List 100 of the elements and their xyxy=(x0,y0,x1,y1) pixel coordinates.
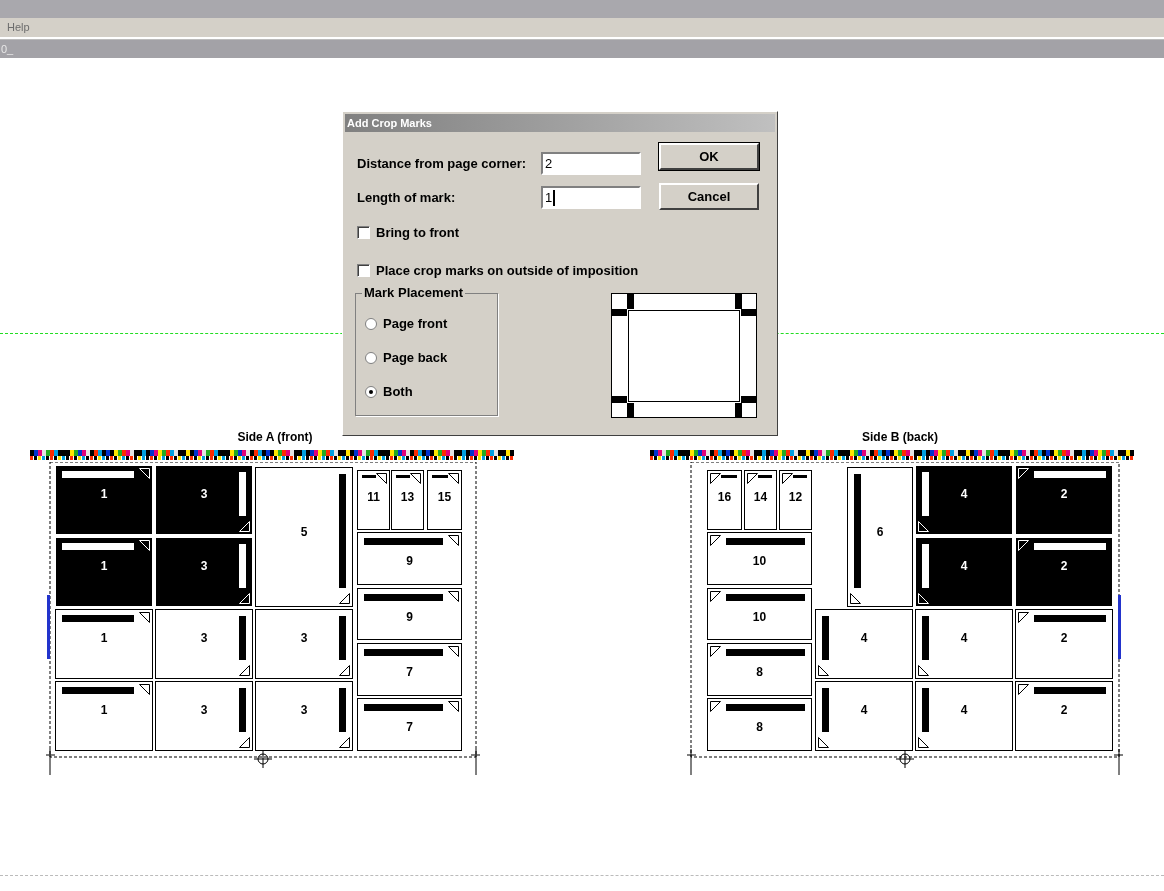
field-label: Length of mark: xyxy=(357,188,457,207)
imposed-page[interactable]: 2 xyxy=(1015,681,1113,751)
head-bar xyxy=(1034,471,1106,478)
imposed-page[interactable]: 3 xyxy=(155,537,253,607)
checkbox-label: Place crop marks on outside of imposition xyxy=(376,261,639,280)
head-bar xyxy=(922,544,929,588)
page-number: 12 xyxy=(787,491,804,503)
imposed-page[interactable]: 14 xyxy=(744,470,777,530)
imposed-page[interactable]: 2 xyxy=(1015,609,1113,679)
head-bar xyxy=(62,471,134,478)
folded-corner-icon xyxy=(850,593,861,604)
imposed-page[interactable]: 5 xyxy=(255,467,353,607)
imposed-page[interactable]: 3 xyxy=(155,681,253,751)
imposed-page[interactable]: 4 xyxy=(815,609,913,679)
head-bar xyxy=(339,616,346,660)
head-bar xyxy=(822,616,829,660)
page-number: 10 xyxy=(751,611,768,623)
folded-corner-icon xyxy=(448,535,459,546)
imposed-page[interactable]: 4 xyxy=(815,681,913,751)
folded-corner-icon xyxy=(339,665,350,676)
head-bar xyxy=(339,688,346,732)
folded-corner-icon xyxy=(1018,468,1029,479)
radio-button[interactable] xyxy=(365,385,377,398)
text-field[interactable]: 2 xyxy=(541,152,641,175)
folded-corner-icon xyxy=(710,535,721,546)
imposed-page[interactable]: 6 xyxy=(847,467,913,607)
page-number: 1 xyxy=(99,704,109,716)
checkbox[interactable] xyxy=(357,263,370,277)
imposed-page[interactable]: 3 xyxy=(155,465,253,535)
head-bar xyxy=(239,688,246,732)
page-number: 3 xyxy=(199,704,209,716)
imposed-page[interactable]: 10 xyxy=(707,532,812,585)
page-number: 1 xyxy=(99,560,109,572)
page-number: 3 xyxy=(299,704,309,716)
imposed-page[interactable]: 1 xyxy=(55,465,153,535)
imposed-page[interactable]: 8 xyxy=(707,698,812,751)
head-bar xyxy=(239,472,246,516)
folded-corner-icon xyxy=(139,540,150,551)
page-number: 2 xyxy=(1059,560,1069,572)
imposed-page[interactable]: 12 xyxy=(779,470,812,530)
dialog-button[interactable]: Cancel xyxy=(659,183,759,210)
imposed-page[interactable]: 9 xyxy=(357,532,462,585)
page-number: 16 xyxy=(716,491,733,503)
page-number: 3 xyxy=(199,632,209,644)
folded-corner-icon xyxy=(818,737,829,748)
radio-label: Page front xyxy=(383,314,448,333)
text-field[interactable]: 1 xyxy=(541,186,641,209)
side-title: Side A (front) xyxy=(237,429,313,446)
imposed-page[interactable]: 8 xyxy=(707,643,812,696)
imposed-page[interactable]: 16 xyxy=(707,470,742,530)
folded-corner-icon xyxy=(339,737,350,748)
radio-button[interactable] xyxy=(365,351,377,364)
imposed-page[interactable]: 4 xyxy=(915,537,1013,607)
head-bar xyxy=(239,616,246,660)
imposed-page[interactable]: 2 xyxy=(1015,465,1113,535)
imposed-page[interactable]: 9 xyxy=(357,588,462,640)
page-number: 9 xyxy=(405,555,414,567)
radio-button[interactable] xyxy=(365,317,377,330)
head-bar xyxy=(922,472,929,516)
page-number: 3 xyxy=(199,488,209,500)
imposed-page[interactable]: 13 xyxy=(391,470,424,530)
imposed-page[interactable]: 4 xyxy=(915,465,1013,535)
imposed-page[interactable]: 15 xyxy=(427,470,462,530)
page-number: 3 xyxy=(199,560,209,572)
imposed-page[interactable]: 1 xyxy=(55,609,153,679)
imposed-page[interactable]: 4 xyxy=(915,609,1013,679)
radio-label: Page back xyxy=(383,348,448,367)
page-number: 11 xyxy=(366,491,381,503)
head-bar xyxy=(1034,543,1106,550)
page-number: 8 xyxy=(755,666,764,678)
folded-corner-icon xyxy=(710,701,721,712)
folded-corner-icon xyxy=(239,521,250,532)
folded-corner-icon xyxy=(818,665,829,676)
tool-bar-text: 0_ xyxy=(1,41,14,57)
imposed-page[interactable]: 1 xyxy=(55,681,153,751)
head-bar xyxy=(62,615,134,622)
imposed-page[interactable]: 3 xyxy=(255,609,353,679)
checkbox[interactable] xyxy=(357,226,370,240)
imposed-page[interactable]: 7 xyxy=(357,698,462,751)
page-number: 3 xyxy=(299,632,309,644)
head-bar xyxy=(822,688,829,732)
head-bar xyxy=(62,687,134,694)
imposed-page[interactable]: 4 xyxy=(915,681,1013,751)
imposed-page[interactable]: 1 xyxy=(55,537,153,607)
imposed-page[interactable]: 3 xyxy=(255,681,353,751)
folded-corner-icon xyxy=(239,665,250,676)
page-number: 6 xyxy=(875,526,885,538)
dialog-button[interactable]: OK xyxy=(659,143,759,170)
imposed-page[interactable]: 2 xyxy=(1015,537,1113,607)
imposed-page[interactable]: 11 xyxy=(357,470,390,530)
head-bar xyxy=(62,543,134,550)
imposed-page[interactable]: 3 xyxy=(155,609,253,679)
page-number: 1 xyxy=(99,488,109,500)
text-cursor xyxy=(553,189,556,206)
page-number: 13 xyxy=(399,491,416,503)
folded-corner-icon xyxy=(448,646,459,657)
imposed-page[interactable]: 7 xyxy=(357,643,462,696)
imposed-page[interactable]: 10 xyxy=(707,588,812,640)
page-number: 1 xyxy=(99,632,109,644)
page-number: 2 xyxy=(1059,632,1069,644)
